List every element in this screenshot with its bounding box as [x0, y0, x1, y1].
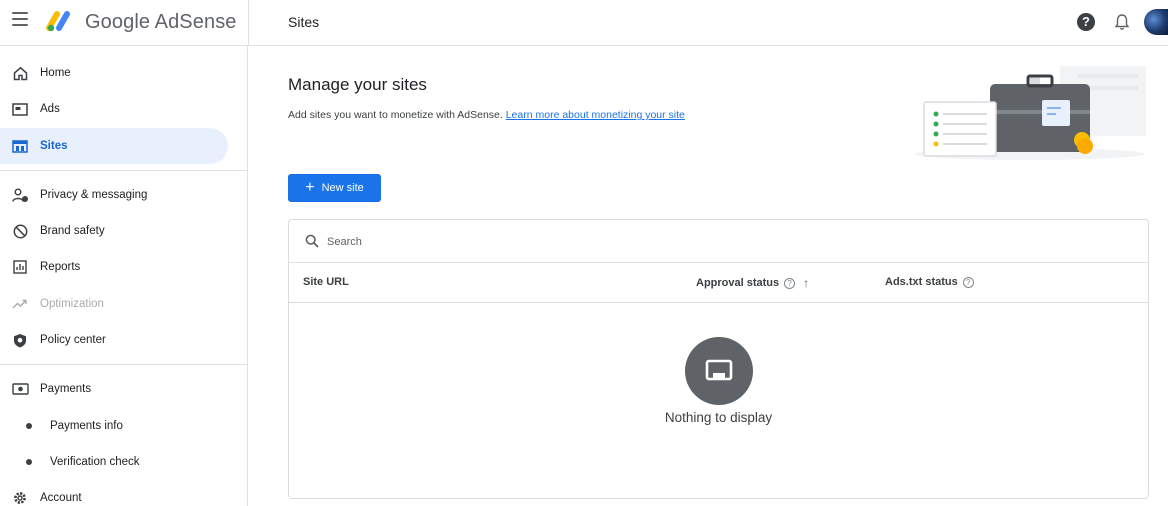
new-site-label: New site: [321, 182, 364, 194]
sidebar-item-payments[interactable]: Payments: [0, 371, 228, 407]
page-heading: Manage your sites: [288, 75, 427, 94]
learn-more-link[interactable]: Learn more about monetizing your site: [506, 109, 685, 121]
sidebar-item-label: Payments info: [50, 420, 123, 432]
sidebar-item-sites[interactable]: Sites: [0, 128, 228, 164]
arrow-up-icon[interactable]: ↑: [803, 276, 809, 290]
description-text: Add sites you want to monetize with AdSe…: [288, 109, 503, 121]
column-site-url[interactable]: Site URL: [303, 276, 349, 288]
trending-icon: [11, 295, 29, 313]
sidebar-item-ads[interactable]: Ads: [0, 91, 228, 127]
empty-state-icon: [685, 337, 753, 405]
column-ads-txt-status[interactable]: Ads.txt status ?: [885, 276, 974, 288]
app-brand: Google AdSense: [85, 11, 237, 33]
sidebar: Home Ads Sites Privacy & messaging Brand…: [0, 46, 248, 506]
sites-illustration: [915, 66, 1146, 160]
sites-icon: [11, 137, 29, 155]
dot-icon: [26, 459, 32, 465]
page-description: Add sites you want to monetize with AdSe…: [288, 109, 685, 121]
sidebar-item-label: Home: [40, 67, 71, 79]
table-header: Site URL Approval status ? ↑ Ads.txt sta…: [289, 263, 1148, 303]
sidebar-item-label: Payments: [40, 383, 92, 395]
sidebar-item-label: Brand safety: [40, 225, 105, 237]
shield-icon: [11, 331, 29, 349]
home-icon: [11, 64, 29, 82]
adsense-logo: [46, 11, 70, 32]
search-bar: [289, 220, 1148, 263]
sidebar-item-account[interactable]: Account: [0, 480, 228, 506]
sidebar-item-payments-info[interactable]: Payments info: [0, 408, 228, 444]
sidebar-item-reports[interactable]: Reports: [0, 249, 228, 285]
column-approval-status[interactable]: Approval status ? ↑: [696, 276, 809, 290]
search-icon: [305, 234, 319, 248]
top-app-bar: Google AdSense Sites ?: [0, 0, 1168, 46]
sidebar-item-optimization: Optimization: [0, 286, 228, 322]
sidebar-item-policy-center[interactable]: Policy center: [0, 322, 228, 358]
sidebar-item-label: Privacy & messaging: [40, 189, 148, 201]
empty-state-text: Nothing to display: [664, 410, 773, 425]
help-outline-icon[interactable]: ?: [784, 277, 796, 289]
dot-icon: [26, 423, 32, 429]
help-outline-icon[interactable]: ?: [962, 276, 974, 288]
page-title: Sites: [288, 14, 320, 30]
sidebar-divider: [0, 364, 248, 365]
avatar[interactable]: [1144, 9, 1168, 35]
plus-icon: +: [305, 179, 315, 196]
topbar-divider: [248, 0, 249, 46]
privacy-icon: [11, 186, 29, 204]
sidebar-item-label: Verification check: [50, 456, 140, 468]
sidebar-item-label: Account: [40, 492, 82, 504]
search-input[interactable]: [327, 231, 1107, 253]
sidebar-item-label: Policy center: [40, 334, 106, 346]
sidebar-item-label: Sites: [40, 140, 68, 152]
sidebar-item-label: Ads: [40, 103, 60, 115]
block-icon: [11, 222, 29, 240]
column-label: Approval status: [696, 277, 780, 289]
sidebar-item-home[interactable]: Home: [0, 55, 228, 91]
new-site-button[interactable]: + New site: [288, 174, 381, 202]
sidebar-item-label: Reports: [40, 261, 81, 273]
gear-icon: [11, 489, 29, 506]
column-label: Site URL: [303, 276, 349, 288]
ads-icon: [11, 100, 29, 118]
sidebar-item-label: Optimization: [40, 298, 104, 310]
sidebar-divider: [0, 170, 248, 171]
sidebar-item-privacy[interactable]: Privacy & messaging: [0, 177, 228, 213]
reports-icon: [11, 258, 29, 276]
notifications-icon[interactable]: [1114, 13, 1130, 31]
help-icon[interactable]: ?: [1077, 13, 1095, 31]
menu-icon[interactable]: [12, 12, 28, 26]
sidebar-item-brand-safety[interactable]: Brand safety: [0, 213, 228, 249]
column-label: Ads.txt status: [885, 276, 958, 288]
sidebar-item-verification-check[interactable]: Verification check: [0, 444, 228, 480]
payments-icon: [11, 380, 29, 398]
sites-table-card: Site URL Approval status ? ↑ Ads.txt sta…: [288, 219, 1149, 499]
